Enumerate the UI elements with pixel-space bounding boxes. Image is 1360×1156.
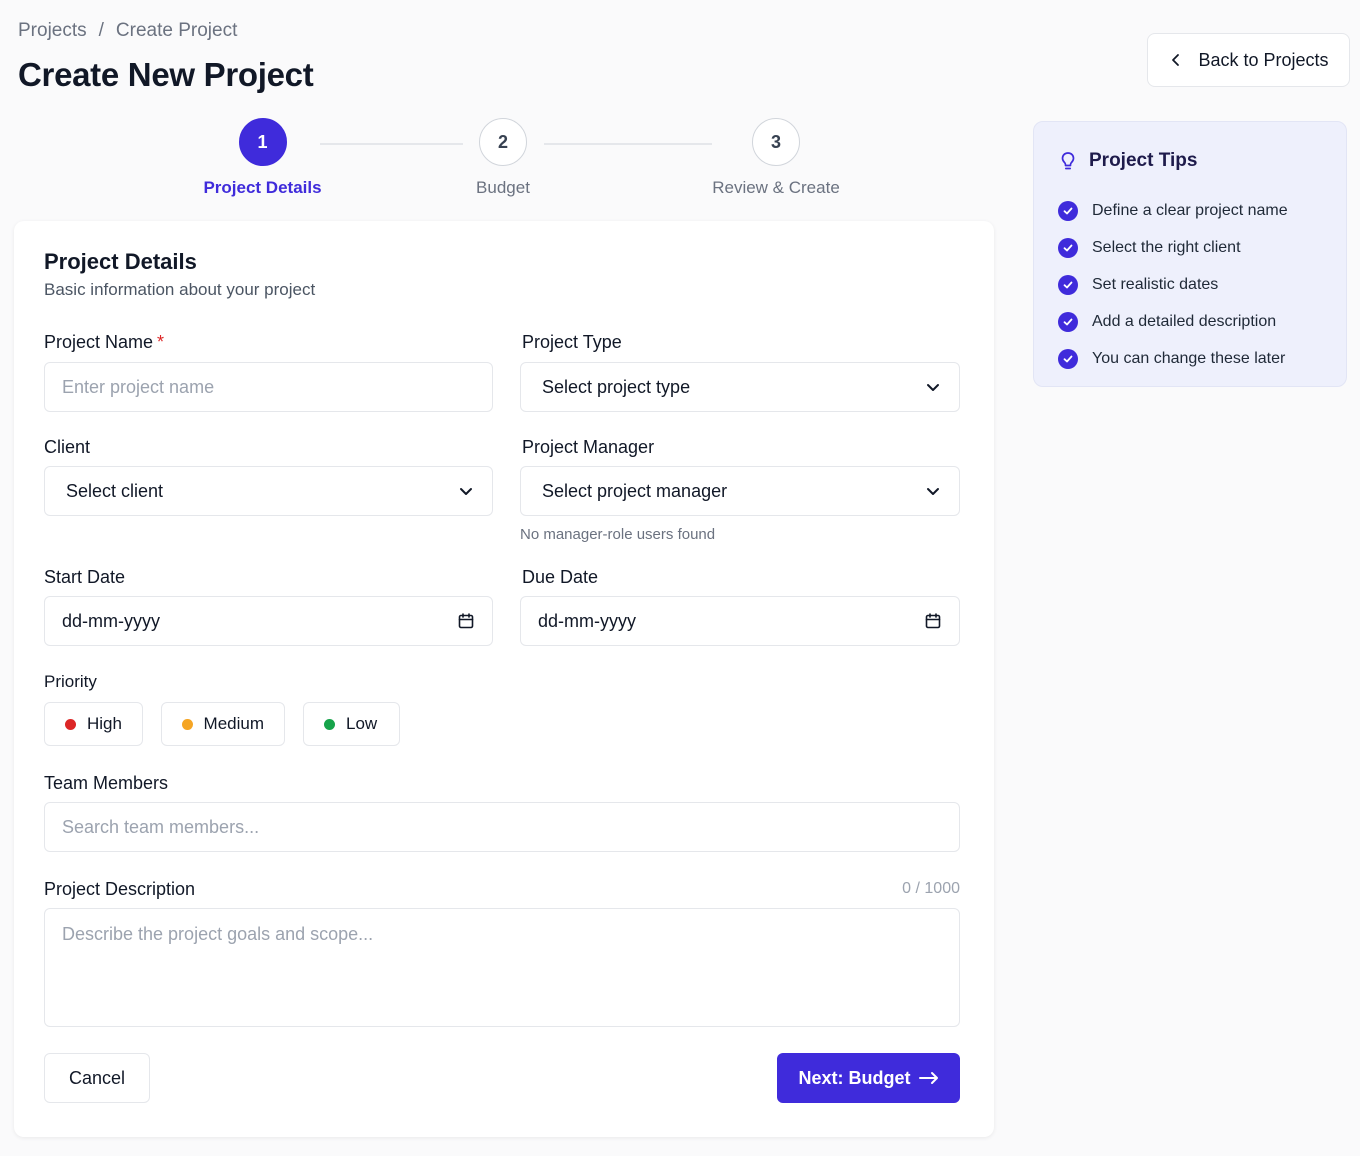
project-manager-select[interactable]: Select project manager bbox=[520, 466, 960, 516]
priority-high-button[interactable]: High bbox=[44, 702, 143, 746]
priority-dot bbox=[65, 718, 76, 730]
tip-item: Define a clear project name bbox=[1058, 192, 1288, 229]
start-date-label: Start Date bbox=[44, 567, 126, 587]
back-to-projects-button[interactable]: Back to Projects bbox=[1147, 33, 1350, 87]
back-to-projects-label: Back to Projects bbox=[1198, 49, 1329, 70]
step-number: 3 bbox=[752, 118, 800, 166]
tip-item: Select the right client bbox=[1058, 229, 1288, 266]
breadcrumb-current: Create Project bbox=[115, 20, 238, 41]
card-subtitle: Basic information about your project bbox=[44, 280, 316, 299]
chevron-down-icon bbox=[460, 488, 472, 495]
page-title: Create New Project bbox=[18, 56, 314, 93]
check-circle-icon bbox=[1058, 200, 1078, 221]
step-budget[interactable]: 2 Budget bbox=[463, 118, 543, 198]
project-name-label: Project Name * bbox=[44, 332, 165, 352]
step-number: 2 bbox=[479, 118, 527, 166]
step-label: Project Details bbox=[203, 178, 322, 197]
project-description-textarea[interactable]: Describe the project goals and scope... bbox=[44, 908, 960, 1027]
due-date-input[interactable]: dd-mm-yyyy bbox=[520, 596, 960, 646]
check-circle-icon bbox=[1058, 348, 1078, 369]
description-char-counter: 0 / 1000 bbox=[902, 880, 960, 897]
check-circle-icon bbox=[1058, 237, 1078, 258]
check-circle-icon bbox=[1058, 311, 1078, 332]
required-marker: * bbox=[157, 332, 165, 352]
stepper-connector bbox=[544, 143, 712, 145]
step-label: Review & Create bbox=[712, 178, 840, 197]
breadcrumb: Projects / Create Project bbox=[18, 20, 237, 42]
chevron-down-icon bbox=[927, 384, 939, 391]
card-title: Project Details bbox=[44, 249, 197, 274]
arrow-right-icon bbox=[918, 1072, 938, 1084]
team-members-search-input[interactable]: Search team members... bbox=[44, 802, 960, 852]
priority-dot bbox=[324, 718, 335, 730]
priority-label: Priority bbox=[44, 672, 97, 691]
chevron-down-icon bbox=[927, 488, 939, 495]
tips-header: Project Tips bbox=[1059, 150, 1197, 172]
tip-item: You can change these later bbox=[1058, 340, 1288, 377]
stepper-connector bbox=[320, 143, 463, 145]
check-circle-icon bbox=[1058, 274, 1078, 295]
chevron-left-icon bbox=[1172, 54, 1180, 66]
priority-medium-button[interactable]: Medium bbox=[161, 702, 285, 746]
project-manager-label: Project Manager bbox=[522, 437, 655, 457]
tips-list: Define a clear project name Select the r… bbox=[1058, 192, 1288, 377]
project-manager-hint: No manager-role users found bbox=[520, 526, 716, 543]
project-description-label: Project Description bbox=[44, 879, 196, 899]
cancel-button[interactable]: Cancel bbox=[44, 1053, 150, 1103]
next-budget-button[interactable]: Next: Budget bbox=[777, 1053, 960, 1103]
project-type-select[interactable]: Select project type bbox=[520, 362, 960, 412]
priority-low-button[interactable]: Low bbox=[303, 702, 400, 746]
project-tips-panel: Project Tips Define a clear project name… bbox=[1033, 121, 1347, 387]
breadcrumb-projects-link[interactable]: Projects bbox=[18, 20, 87, 42]
calendar-icon[interactable] bbox=[457, 612, 475, 630]
step-number: 1 bbox=[238, 118, 287, 166]
tip-item: Set realistic dates bbox=[1058, 266, 1288, 303]
step-project-details[interactable]: 1 Project Details bbox=[203, 118, 322, 198]
tips-title: Project Tips bbox=[1089, 150, 1198, 171]
step-review-create[interactable]: 3 Review & Create bbox=[711, 118, 841, 198]
client-select[interactable]: Select client bbox=[44, 466, 493, 516]
project-details-card: Project Details Basic information about … bbox=[14, 221, 994, 1137]
priority-dot bbox=[182, 718, 193, 730]
step-label: Budget bbox=[476, 178, 530, 197]
project-type-label: Project Type bbox=[522, 332, 622, 352]
tip-item: Add a detailed description bbox=[1058, 303, 1288, 340]
team-members-label: Team Members bbox=[44, 773, 169, 793]
client-label: Client bbox=[44, 437, 91, 457]
project-name-input[interactable]: Enter project name bbox=[44, 362, 493, 412]
start-date-input[interactable]: dd-mm-yyyy bbox=[44, 596, 493, 646]
breadcrumb-separator: / bbox=[98, 20, 104, 41]
calendar-icon[interactable] bbox=[924, 612, 942, 630]
lightbulb-icon bbox=[1061, 152, 1075, 170]
due-date-label: Due Date bbox=[522, 567, 599, 587]
